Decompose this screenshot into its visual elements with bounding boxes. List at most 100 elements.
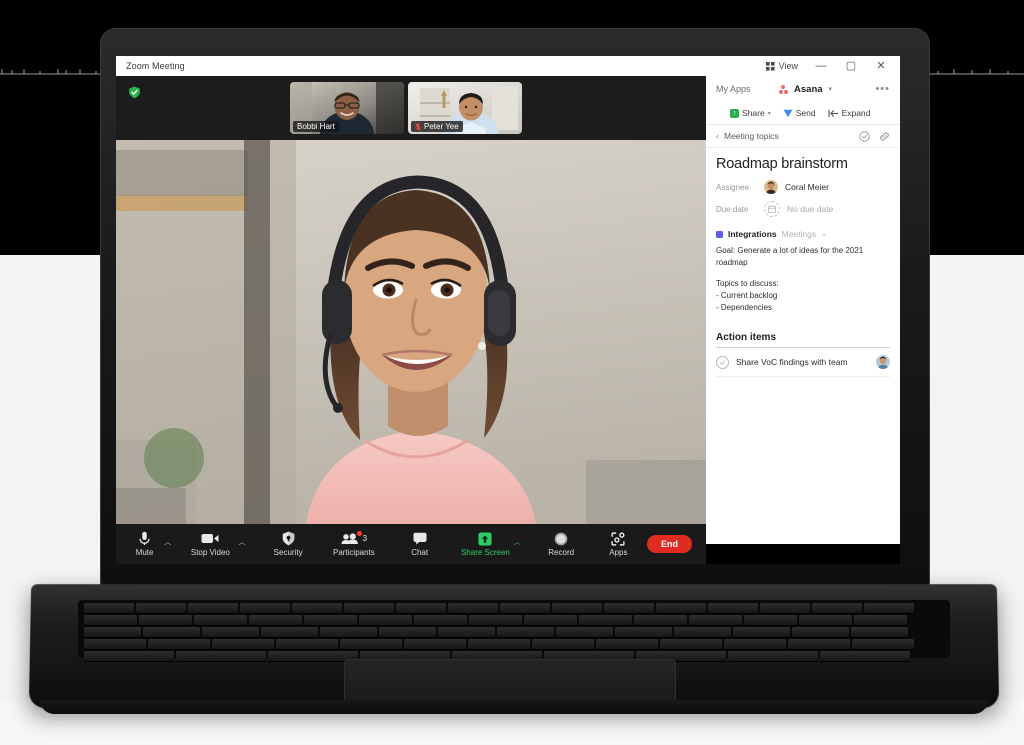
- mute-options-caret-icon[interactable]: ︿: [164, 537, 171, 547]
- expand-action[interactable]: Expand: [827, 108, 870, 118]
- keyboard-key[interactable]: [84, 627, 141, 637]
- share-options-caret-icon[interactable]: ︿: [514, 537, 521, 547]
- keyboard-key[interactable]: [344, 603, 394, 613]
- keyboard-key[interactable]: [556, 627, 613, 637]
- keyboard-key[interactable]: [820, 651, 910, 661]
- keyboard-key[interactable]: [261, 627, 318, 637]
- mute-button[interactable]: Mute ︿: [116, 531, 173, 557]
- due-date-row[interactable]: Due date No due date: [716, 201, 890, 217]
- keyboard-key[interactable]: [194, 615, 247, 625]
- integrations-row[interactable]: Integrations Meetings ⌄: [716, 229, 890, 239]
- keyboard-key[interactable]: [604, 603, 654, 613]
- keyboard-key[interactable]: [84, 651, 174, 661]
- keyboard-key[interactable]: [139, 615, 192, 625]
- checkbox-icon[interactable]: [716, 355, 729, 369]
- keyboard-key[interactable]: [249, 615, 302, 625]
- apps-button[interactable]: Apps: [590, 531, 647, 557]
- keyboard-key[interactable]: [268, 651, 358, 661]
- keyboard-key[interactable]: [469, 615, 522, 625]
- share-screen-button[interactable]: Share Screen ︿: [448, 531, 522, 557]
- keyboard-key[interactable]: [660, 639, 722, 649]
- keyboard-key[interactable]: [414, 615, 467, 625]
- keyboard-key[interactable]: [500, 603, 550, 613]
- keyboard-key[interactable]: [615, 627, 672, 637]
- keyboard-key[interactable]: [176, 651, 266, 661]
- stop-video-button[interactable]: Stop Video ︿: [173, 531, 247, 557]
- keyboard-key[interactable]: [143, 627, 200, 637]
- participant-thumbnail[interactable]: Bobbi Hart: [290, 82, 404, 134]
- keyboard-key[interactable]: [524, 615, 577, 625]
- my-apps-label[interactable]: My Apps: [716, 84, 751, 94]
- end-meeting-button[interactable]: End: [647, 535, 692, 553]
- keyboard-key[interactable]: [202, 627, 259, 637]
- keyboard-key[interactable]: [656, 603, 706, 613]
- keyboard-key[interactable]: [864, 603, 914, 613]
- keyboard-key[interactable]: [188, 603, 238, 613]
- chat-button[interactable]: Chat: [391, 531, 448, 557]
- chevron-down-icon[interactable]: ▾: [768, 110, 771, 117]
- keyboard-key[interactable]: [84, 639, 146, 649]
- participant-thumbnail[interactable]: Peter Yee: [408, 82, 522, 134]
- keyboard-key[interactable]: [497, 627, 554, 637]
- send-action[interactable]: Send: [783, 108, 816, 118]
- keyboard-key[interactable]: [788, 639, 850, 649]
- keyboard-key[interactable]: [674, 627, 731, 637]
- keyboard-key[interactable]: [689, 615, 742, 625]
- keyboard-key[interactable]: [276, 639, 338, 649]
- keyboard-key[interactable]: [852, 639, 914, 649]
- keyboard-key[interactable]: [240, 603, 290, 613]
- maximize-button[interactable]: ▢: [844, 60, 858, 72]
- keyboard-key[interactable]: [744, 615, 797, 625]
- minimize-button[interactable]: —: [814, 60, 828, 72]
- view-button[interactable]: View: [765, 61, 798, 71]
- keyboard-key[interactable]: [733, 627, 790, 637]
- keyboard-key[interactable]: [708, 603, 758, 613]
- copy-link-icon[interactable]: [879, 131, 890, 142]
- keyboard-key[interactable]: [404, 639, 466, 649]
- chevron-down-icon[interactable]: ⌄: [821, 230, 827, 238]
- keyboard-key[interactable]: [468, 639, 530, 649]
- breadcrumb-label[interactable]: Meeting topics: [724, 131, 779, 141]
- keyboard-key[interactable]: [596, 639, 658, 649]
- assignee-row[interactable]: Assignee Coral Meier: [716, 180, 890, 194]
- keyboard-key[interactable]: [728, 651, 818, 661]
- keyboard-key[interactable]: [851, 627, 908, 637]
- keyboard-key[interactable]: [320, 627, 377, 637]
- encryption-shield-icon[interactable]: [128, 86, 141, 99]
- list-item[interactable]: Share VoC findings with team: [716, 348, 890, 377]
- keyboard-key[interactable]: [724, 639, 786, 649]
- keyboard-key[interactable]: [438, 627, 495, 637]
- video-options-caret-icon[interactable]: ︿: [239, 537, 246, 547]
- share-action[interactable]: ↑ Share ▾: [730, 108, 771, 118]
- keyboard-key[interactable]: [854, 615, 907, 625]
- keyboard-key[interactable]: [532, 639, 594, 649]
- keyboard-key[interactable]: [148, 639, 210, 649]
- keyboard-key[interactable]: [760, 603, 810, 613]
- keyboard-key[interactable]: [552, 603, 602, 613]
- keyboard-key[interactable]: [812, 603, 862, 613]
- keyboard-key[interactable]: [136, 603, 186, 613]
- security-button[interactable]: Security: [260, 531, 317, 557]
- back-chevron-icon[interactable]: ‹: [716, 131, 719, 141]
- overflow-menu-button[interactable]: •••: [875, 83, 890, 95]
- keyboard-key[interactable]: [379, 627, 436, 637]
- keyboard-key[interactable]: [340, 639, 402, 649]
- keyboard-key[interactable]: [84, 615, 137, 625]
- keyboard-key[interactable]: [396, 603, 446, 613]
- keyboard-key[interactable]: [799, 615, 852, 625]
- record-button[interactable]: Record: [533, 531, 590, 557]
- trackpad[interactable]: [345, 660, 675, 702]
- main-speaker-video[interactable]: [116, 140, 706, 524]
- keyboard-key[interactable]: [579, 615, 632, 625]
- participants-button[interactable]: 3 Participants: [317, 531, 391, 557]
- chevron-down-icon[interactable]: ▾: [829, 85, 833, 93]
- close-button[interactable]: ✕: [874, 60, 888, 72]
- keyboard-key[interactable]: [304, 615, 357, 625]
- keyboard-key[interactable]: [292, 603, 342, 613]
- mark-complete-icon[interactable]: [859, 130, 870, 142]
- keyboard-key[interactable]: [448, 603, 498, 613]
- keyboard-key[interactable]: [359, 615, 412, 625]
- keyboard-key[interactable]: [212, 639, 274, 649]
- asana-app-name[interactable]: Asana: [794, 84, 823, 95]
- keyboard-key[interactable]: [84, 603, 134, 613]
